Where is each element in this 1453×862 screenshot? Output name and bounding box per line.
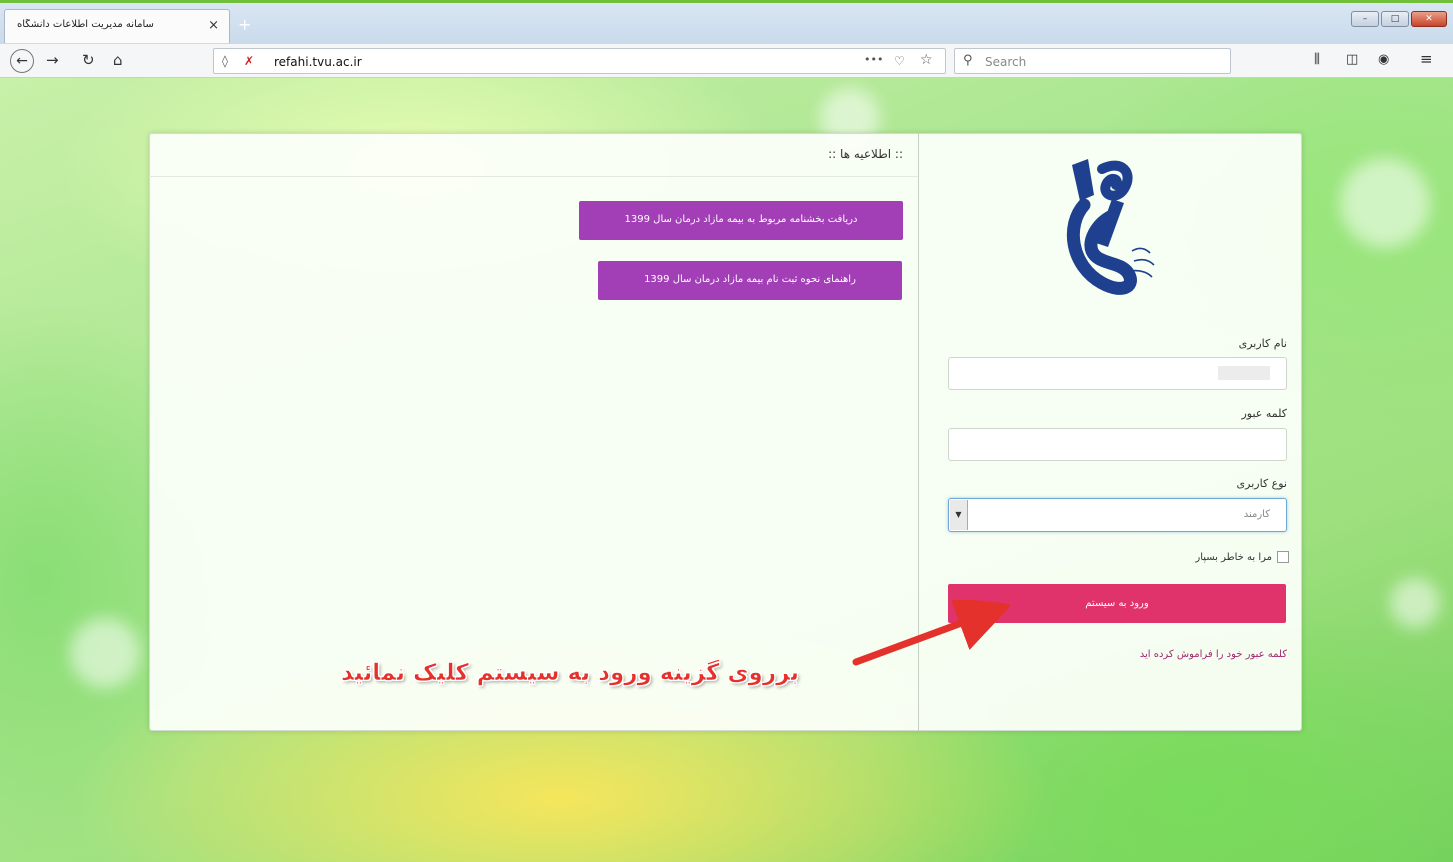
news-title: :: اطلاعیه ها :: (828, 147, 903, 161)
password-field[interactable] (948, 428, 1287, 461)
new-tab-button[interactable]: + (238, 15, 251, 34)
username-field[interactable] (948, 357, 1287, 390)
minimize-button[interactable]: – (1351, 11, 1379, 27)
annotation-arrow-icon (852, 600, 1010, 666)
search-bar[interactable]: ⚲ Search (954, 48, 1231, 74)
search-placeholder: Search (985, 55, 1027, 69)
password-label: کلمه عبور (1241, 407, 1287, 420)
username-label: نام کاربری (1238, 337, 1287, 350)
maximize-button[interactable]: □ (1381, 11, 1409, 27)
close-window-button[interactable]: ✕ (1411, 11, 1447, 27)
library-icon[interactable]: ⫼ (1314, 52, 1320, 67)
annotation-text: برروی گزینه ورود به سیستم کلیک نمائید (340, 660, 800, 687)
back-arrow-icon[interactable]: ← (10, 49, 34, 73)
tab-title: سامانه مدیریت اطلاعات دانشگاه (17, 19, 154, 30)
user-type-value: کارمند (1243, 509, 1270, 520)
browser-titlebar: سامانه مدیریت اطلاعات دانشگاه × + – □ ✕ (0, 0, 1453, 44)
menu-icon[interactable]: ≡ (1420, 50, 1433, 68)
light-glow (1340, 158, 1430, 248)
remember-me-row[interactable]: مرا به خاطر بسپار (1195, 551, 1289, 563)
user-type-label: نوع کاربری (1236, 477, 1287, 490)
notice-button-insurance-guide[interactable]: راهنمای نحوه ثبت نام بیمه مازاد درمان سا… (598, 261, 902, 300)
home-icon[interactable]: ⌂ (113, 51, 123, 69)
light-glow (70, 618, 140, 688)
forward-arrow-icon[interactable]: → (46, 51, 59, 69)
remember-me-label: مرا به خاطر بسپار (1195, 551, 1272, 563)
url-bar[interactable]: ◊ ✗ refahi.tvu.ac.ir ••• ♡ ☆ (213, 48, 946, 74)
light-glow (1390, 578, 1440, 628)
dropdown-arrow-icon[interactable]: ▼ (950, 500, 968, 530)
username-value (1218, 366, 1270, 380)
window-controls: – □ ✕ (1351, 11, 1447, 27)
account-icon[interactable]: ◉ (1378, 52, 1389, 67)
shield-icon[interactable]: ◊ (222, 54, 228, 68)
university-logo (1066, 159, 1155, 295)
sidebar-icon[interactable]: ◫ (1346, 52, 1358, 67)
notice-button-insurance-circular[interactable]: دریافت بخشنامه مربوط به بیمه مازاد درمان… (579, 201, 903, 240)
user-type-select[interactable]: ▼ کارمند (948, 498, 1287, 532)
url-text[interactable]: refahi.tvu.ac.ir (274, 55, 362, 69)
browser-tab[interactable]: سامانه مدیریت اطلاعات دانشگاه × (4, 9, 230, 43)
remember-me-checkbox[interactable] (1277, 551, 1289, 563)
pocket-icon[interactable]: ♡ (894, 54, 905, 68)
page-actions-icon[interactable]: ••• (864, 53, 883, 66)
search-icon: ⚲ (963, 53, 973, 68)
browser-navbar: ← → ↻ ⌂ ◊ ✗ refahi.tvu.ac.ir ••• ♡ ☆ ⚲ S… (0, 44, 1453, 78)
bookmark-star-icon[interactable]: ☆ (920, 52, 933, 68)
insecure-lock-icon[interactable]: ✗ (244, 54, 254, 68)
forgot-password-link[interactable]: کلمه عبور خود را فراموش کرده اید (1140, 649, 1287, 660)
reload-icon[interactable]: ↻ (82, 51, 95, 69)
news-header: :: اطلاعیه ها :: (149, 133, 918, 177)
tab-close-icon[interactable]: × (208, 18, 219, 33)
